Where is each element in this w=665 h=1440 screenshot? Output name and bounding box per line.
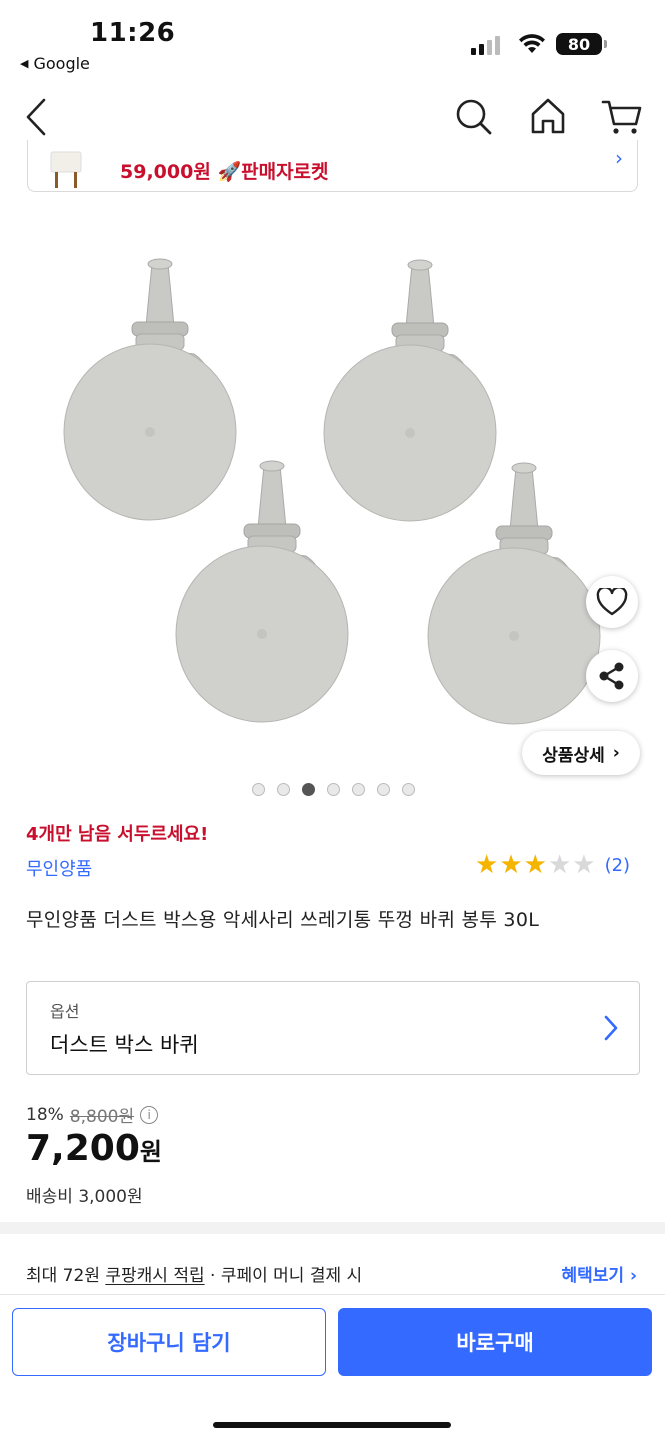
stock-alert: 4개만 남음 서두르세요! [26,824,209,845]
sale-price: 7,200원 [26,1128,162,1169]
status-time: 11:26 [90,18,176,48]
related-price-value: 59,000원 [120,161,211,183]
back-app-label: Google [33,54,90,73]
discount-row: 18% 8,800원 i [26,1102,159,1127]
heart-icon [596,588,628,616]
pagination-dot[interactable] [402,783,415,796]
star-icon: ★ [499,850,523,880]
price-unit: 원 [139,1138,162,1166]
product-detail-button[interactable]: 상품상세 › [522,731,640,775]
chevron-right-icon: › [612,743,620,763]
battery-indicator: 80 [556,33,602,55]
related-product-thumbnail [50,151,82,188]
cashback-prefix: 최대 72원 [26,1266,106,1286]
product-title: 무인양품 더스트 박스용 악세사리 쓰레기통 뚜껑 바퀴 봉투 30L [26,909,540,931]
pagination-dot[interactable] [377,783,390,796]
brand-link[interactable]: 무인양품 [26,855,92,881]
star-icon: ★ [523,850,547,880]
option-label: 옵션 [50,1002,80,1021]
shipping-fee: 배송비 3,000원 [26,1187,143,1207]
bottom-action-bar: 장바구니 담기 바로구매 [0,1294,665,1440]
pagination-dot[interactable] [327,783,340,796]
top-nav [0,88,665,146]
chevron-right-icon[interactable]: › [615,146,623,170]
star-icon: ★ [547,850,572,880]
chevron-right-icon: › [629,1266,637,1286]
cart-icon[interactable] [600,88,644,146]
wifi-icon [519,34,545,53]
star-icon: ★ [572,850,596,880]
chevron-right-icon [604,1015,618,1041]
original-price: 8,800원 [69,1107,135,1127]
info-icon[interactable]: i [140,1105,159,1124]
pagination-dot[interactable] [302,783,315,796]
pagination-dot[interactable] [252,783,265,796]
discount-rate: 18% [26,1104,64,1125]
add-to-cart-button[interactable]: 장바구니 담기 [12,1308,326,1376]
option-value: 더스트 박스 바퀴 [50,1033,199,1057]
favorite-button[interactable] [586,576,638,628]
share-icon [599,662,624,690]
rocket-icon: 🚀 [217,161,242,183]
coupang-cash-link[interactable]: 쿠팡캐시 적립 [105,1266,204,1286]
home-icon[interactable] [528,88,568,146]
view-benefits-label: 혜택보기 [561,1266,625,1286]
back-to-app-link[interactable]: ◀ Google [20,54,90,73]
battery-tip [604,40,607,48]
option-selector[interactable]: 옵션 더스트 박스 바퀴 [26,981,640,1075]
review-count[interactable]: (2) [605,855,631,876]
view-benefits-link[interactable]: 혜택보기 › [562,1261,638,1286]
cashback-info: 최대 72원 쿠팡캐시 적립 · 쿠페이 머니 결제 시 [26,1261,362,1286]
back-icon[interactable] [20,88,54,146]
home-indicator[interactable] [213,1422,451,1428]
status-bar: 11:26 ◀ Google 80 [0,0,665,80]
related-product-price: 59,000원 🚀판매자로켓 [120,157,329,184]
star-icon: ★ [475,850,499,880]
signal-icon [471,36,500,55]
share-button[interactable] [586,650,638,702]
buy-now-button[interactable]: 바로구매 [338,1308,652,1376]
delivery-badge: 판매자로켓 [241,161,329,183]
product-detail-label: 상품상세 [542,745,605,766]
cashback-suffix: · 쿠페이 머니 결제 시 [204,1266,363,1286]
product-image[interactable] [0,200,665,790]
back-triangle-icon: ◀ [20,57,29,70]
gallery-pagination [252,783,415,796]
section-divider [0,1222,665,1234]
price-number: 7,200 [26,1128,140,1169]
related-product-card[interactable]: 59,000원 🚀판매자로켓 › [27,140,638,192]
rating[interactable]: ★ ★ ★ ★ ★ (2) [475,851,630,879]
search-icon[interactable] [452,88,496,146]
pagination-dot[interactable] [277,783,290,796]
pagination-dot[interactable] [352,783,365,796]
